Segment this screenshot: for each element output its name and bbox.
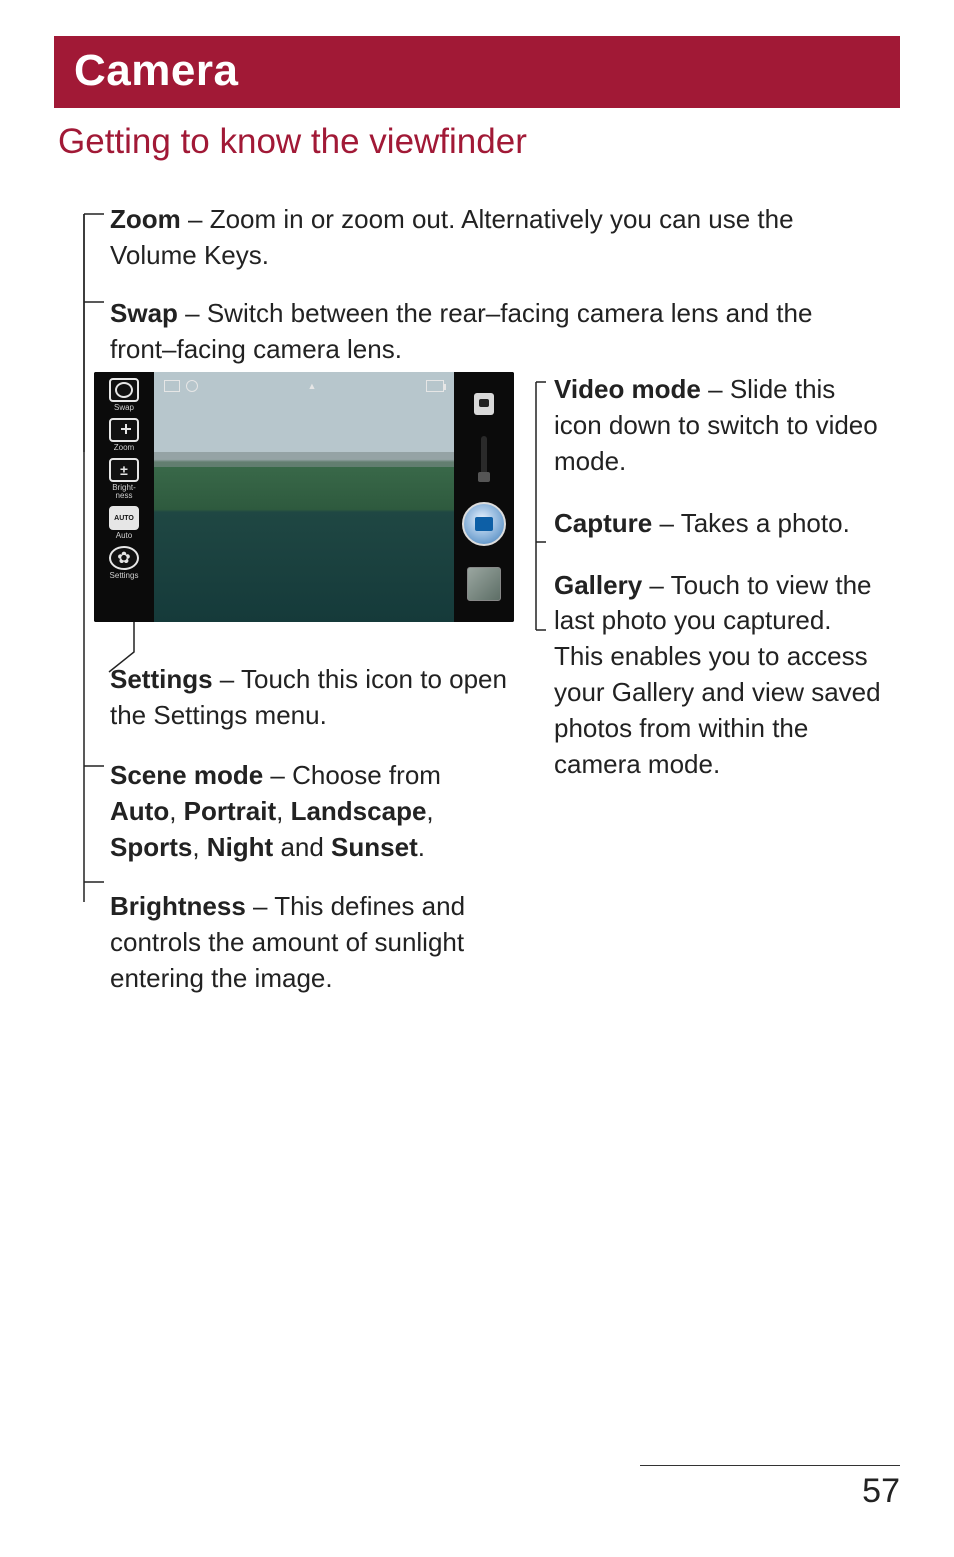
chapter-title-bar: Camera xyxy=(54,36,900,108)
settings-callout: Settings – Touch this icon to open the S… xyxy=(110,662,510,734)
status-flash-icon xyxy=(186,380,198,392)
brightness-label: Bright- ness xyxy=(106,484,142,500)
scene-mode-callout: Scene mode – Choose from Auto, Portrait,… xyxy=(110,758,510,866)
swap-callout: Swap – Switch between the rear–facing ca… xyxy=(110,296,840,368)
status-gps-icon: ▲ xyxy=(308,381,317,391)
zoom-icon xyxy=(109,418,139,442)
chapter-title: Camera xyxy=(74,46,880,96)
zoom-text: Zoom in or zoom out. Alternatively you c… xyxy=(110,204,794,270)
swap-camera-button[interactable]: Swap xyxy=(106,378,142,412)
capture-button[interactable] xyxy=(462,502,506,546)
swap-camera-label: Swap xyxy=(114,404,134,412)
capture-callout-text: Takes a photo. xyxy=(681,508,850,538)
gallery-thumbnail-button[interactable] xyxy=(467,567,501,601)
mode-slider-icon[interactable] xyxy=(481,436,487,480)
swap-label: Swap xyxy=(110,298,178,328)
zoom-button[interactable]: Zoom xyxy=(106,418,142,452)
video-mode-callout-label: Video mode xyxy=(554,374,701,404)
viewfinder-screenshot: ▲ Swap Zoom Bright- ness Auto Settings xyxy=(94,372,514,622)
right-callouts: Video mode – Slide this icon down to swi… xyxy=(554,372,884,809)
status-left-group xyxy=(164,380,198,392)
viewfinder-frame: ▲ Swap Zoom Bright- ness Auto Settings xyxy=(94,372,514,622)
video-mode-toggle[interactable] xyxy=(474,393,494,415)
page-number-area: 57 xyxy=(640,1465,900,1511)
viewfinder-status-bar: ▲ xyxy=(164,378,444,394)
gear-icon xyxy=(109,546,139,570)
capture-callout-label: Capture xyxy=(554,508,652,538)
scene-auto-icon xyxy=(109,506,139,530)
page-number-rule xyxy=(640,1465,900,1466)
page-number: 57 xyxy=(640,1472,900,1511)
swap-text: Switch between the rear–facing camera le… xyxy=(110,298,812,364)
brightness-callout-label: Brightness xyxy=(110,891,246,921)
brightness-button[interactable]: Bright- ness xyxy=(106,458,142,500)
viewfinder-right-toolbar xyxy=(454,372,514,622)
settings-label: Settings xyxy=(110,572,139,580)
viewfinder-left-toolbar: Swap Zoom Bright- ness Auto Settings xyxy=(94,372,154,622)
top-callouts: Zoom – Zoom in or zoom out. Alternativel… xyxy=(110,202,840,368)
swap-camera-icon xyxy=(109,378,139,402)
scene-mode-button[interactable]: Auto xyxy=(106,506,142,540)
scene-mode-label: Auto xyxy=(116,532,132,540)
zoom-label: Zoom xyxy=(114,444,134,452)
section-subtitle: Getting to know the viewfinder xyxy=(58,122,900,162)
capture-callout: Capture – Takes a photo. xyxy=(554,506,884,542)
zoom-label: Zoom xyxy=(110,204,181,234)
gallery-callout-text: Touch to view the last photo you capture… xyxy=(554,570,881,779)
zoom-callout: Zoom – Zoom in or zoom out. Alternativel… xyxy=(110,202,840,274)
manual-page: Camera Getting to know the viewfinder Zo… xyxy=(0,0,954,1557)
left-callouts: Settings – Touch this icon to open the S… xyxy=(110,662,510,1021)
status-resolution-icon xyxy=(164,380,180,392)
status-battery-icon xyxy=(426,380,444,392)
brightness-icon xyxy=(109,458,139,482)
gallery-callout-label: Gallery xyxy=(554,570,642,600)
brightness-callout: Brightness – This defines and controls t… xyxy=(110,889,510,997)
viewfinder-preview-image xyxy=(154,372,454,622)
scene-mode-callout-label: Scene mode xyxy=(110,760,263,790)
settings-button[interactable]: Settings xyxy=(106,546,142,580)
gallery-callout: Gallery – Touch to view the last photo y… xyxy=(554,568,884,783)
video-mode-callout: Video mode – Slide this icon down to swi… xyxy=(554,372,884,480)
settings-callout-label: Settings xyxy=(110,664,213,694)
